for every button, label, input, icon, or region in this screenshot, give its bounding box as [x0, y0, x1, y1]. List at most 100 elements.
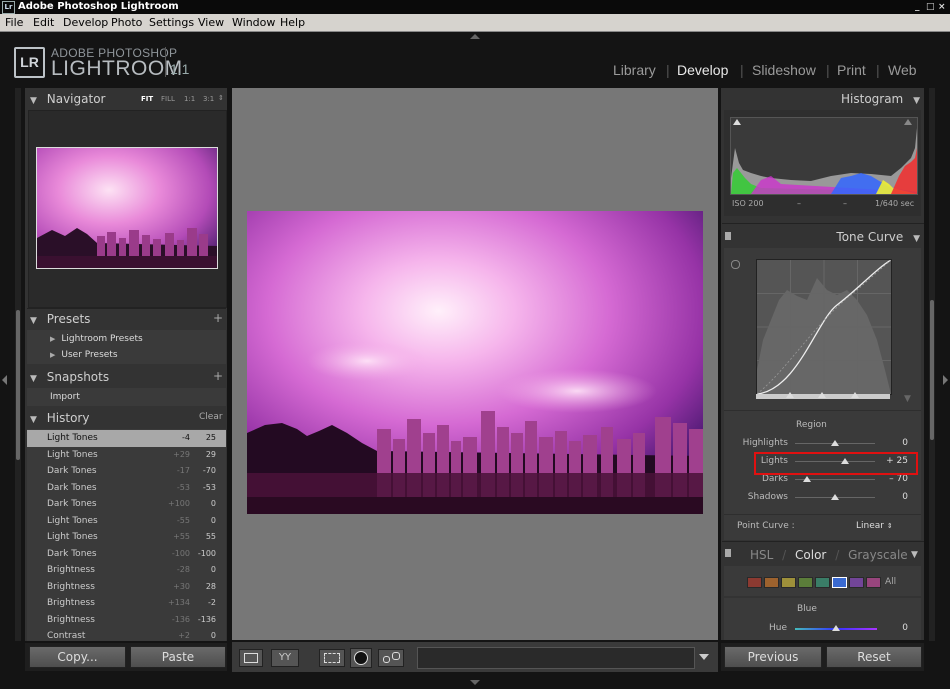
shadow-clipping-icon[interactable]	[733, 119, 741, 125]
module-library[interactable]: Library	[613, 62, 656, 78]
toolbar-dropdown-icon[interactable]	[699, 654, 709, 660]
color-swatch[interactable]	[866, 577, 881, 588]
history-item[interactable]: Brightness -136 -136	[27, 612, 226, 629]
history-item[interactable]: Brightness +134 -2	[27, 595, 226, 612]
collapse-bottom-icon[interactable]	[470, 680, 480, 685]
history-item[interactable]: Light Tones +55 55	[27, 529, 226, 546]
expand-curve-icon[interactable]: ▼	[904, 394, 911, 404]
divider	[724, 514, 921, 515]
tone-curve-graph[interactable]	[756, 259, 892, 395]
zoom-fit[interactable]: FIT	[141, 95, 153, 103]
menu-help[interactable]: Help	[280, 14, 305, 31]
divider	[722, 223, 924, 224]
history-item-name: Brightness	[47, 581, 95, 592]
history-item-name: Dark Tones	[47, 548, 97, 559]
tone-slider-thumb[interactable]	[831, 494, 839, 500]
copy-button[interactable]: Copy...	[29, 646, 126, 668]
history-item[interactable]: Dark Tones -100 -100	[27, 546, 226, 563]
previous-button[interactable]: Previous	[724, 646, 822, 668]
collapse-left-icon[interactable]	[2, 375, 7, 385]
color-swatch[interactable]	[747, 577, 762, 588]
paste-button[interactable]: Paste	[130, 646, 226, 668]
snapshot-item[interactable]: Import	[50, 392, 80, 402]
tone-slider-thumb[interactable]	[831, 440, 839, 446]
tone-slider-label: Shadows	[747, 492, 788, 502]
preset-folder-user[interactable]: ▶ User Presets	[50, 350, 118, 360]
main-photo[interactable]	[247, 211, 703, 514]
close-button[interactable]: ×	[938, 0, 946, 14]
module-print[interactable]: Print	[837, 62, 866, 78]
minimize-button[interactable]: _	[915, 0, 920, 14]
zoom-fill[interactable]: FILL	[161, 95, 175, 103]
reset-button[interactable]: Reset	[826, 646, 922, 668]
history-item[interactable]: Dark Tones -17 -70	[27, 463, 226, 480]
tab-hsl[interactable]: HSL	[750, 548, 773, 562]
right-scrollbar-thumb[interactable]	[930, 300, 934, 440]
tone-slider-thumb[interactable]	[803, 476, 811, 482]
color-swatch[interactable]	[849, 577, 864, 588]
history-item[interactable]: Light Tones -4 25	[27, 430, 226, 447]
remove-spots-button[interactable]	[378, 649, 404, 667]
navigator-header[interactable]: ▼ Navigator	[30, 89, 225, 109]
module-slideshow[interactable]: Slideshow	[752, 62, 816, 78]
red-eye-tool-button[interactable]	[350, 648, 372, 668]
point-curve-select[interactable]: Linear ⇕	[856, 521, 893, 531]
navigator-thumbnail[interactable]	[36, 147, 218, 269]
history-item[interactable]: Light Tones +29 29	[27, 447, 226, 464]
tab-grayscale[interactable]: Grayscale	[848, 548, 908, 562]
split-point-midtones[interactable]	[818, 392, 826, 398]
history-item[interactable]: Dark Tones -53 -53	[27, 480, 226, 497]
collapse-top-icon[interactable]	[470, 34, 480, 39]
menu-edit[interactable]: Edit	[33, 14, 54, 31]
presets-header[interactable]: ▼ Presets	[30, 309, 225, 329]
color-swatch[interactable]	[832, 577, 847, 588]
zoom-3-1[interactable]: 3:1	[203, 95, 214, 103]
collapse-triangle-icon[interactable]: ▼	[911, 550, 918, 560]
color-swatch[interactable]	[815, 577, 830, 588]
title-bar: Lr Adobe Photoshop Lightroom _ □ ×	[0, 0, 950, 14]
module-web[interactable]: Web	[888, 62, 917, 78]
menu-file[interactable]: File	[5, 14, 23, 31]
menu-photo[interactable]: Photo	[111, 14, 142, 31]
crop-tool-button[interactable]	[319, 649, 345, 667]
history-item[interactable]: Light Tones -55 0	[27, 513, 226, 530]
highlight-clipping-icon[interactable]	[904, 119, 912, 125]
menu-view[interactable]: View	[198, 14, 224, 31]
split-point-shadows[interactable]	[786, 392, 794, 398]
color-swatch[interactable]	[781, 577, 796, 588]
clear-history-button[interactable]: Clear	[199, 412, 223, 422]
tab-color[interactable]: Color	[795, 548, 826, 562]
panel-toggle-switch[interactable]	[725, 549, 731, 557]
color-swatch[interactable]	[798, 577, 813, 588]
history-item-value: -2	[208, 598, 216, 607]
hue-slider-thumb[interactable]	[832, 625, 840, 631]
module-develop[interactable]: Develop	[677, 62, 728, 78]
add-preset-icon[interactable]: +	[213, 311, 223, 325]
histogram-header[interactable]: Histogram ▼	[726, 89, 920, 109]
histogram-graph-image	[731, 128, 917, 194]
history-header[interactable]: ▼ History	[30, 408, 225, 428]
color-swatch[interactable]	[764, 577, 779, 588]
before-after-button[interactable]: YY	[271, 649, 299, 667]
snapshots-header[interactable]: ▼ Snapshots	[30, 367, 225, 387]
add-snapshot-icon[interactable]: +	[213, 369, 223, 383]
left-scrollbar-thumb[interactable]	[16, 310, 20, 460]
menu-develop[interactable]: Develop	[63, 14, 108, 31]
zoom-1-1[interactable]: 1:1	[184, 95, 195, 103]
history-item[interactable]: Dark Tones +100 0	[27, 496, 226, 513]
collapse-right-icon[interactable]	[943, 375, 948, 385]
history-item-name: Light Tones	[47, 515, 98, 526]
target-adjust-icon[interactable]	[731, 260, 740, 269]
menu-window[interactable]: Window	[232, 14, 275, 31]
history-item[interactable]: Brightness -28 0	[27, 562, 226, 579]
menu-settings[interactable]: Settings	[149, 14, 194, 31]
tone-curve-header[interactable]: Tone Curve ▼	[726, 227, 920, 247]
zoom-dropdown-icon[interactable]: ⇕	[218, 94, 224, 102]
loupe-view-button[interactable]	[239, 649, 263, 667]
toolbar-content-field[interactable]	[417, 647, 695, 669]
split-point-highlights[interactable]	[851, 392, 859, 398]
maximize-button[interactable]: □	[926, 0, 935, 14]
history-item[interactable]: Brightness +30 28	[27, 579, 226, 596]
color-all-button[interactable]: All	[885, 577, 896, 587]
preset-folder-lightroom[interactable]: ▶ Lightroom Presets	[50, 334, 143, 344]
